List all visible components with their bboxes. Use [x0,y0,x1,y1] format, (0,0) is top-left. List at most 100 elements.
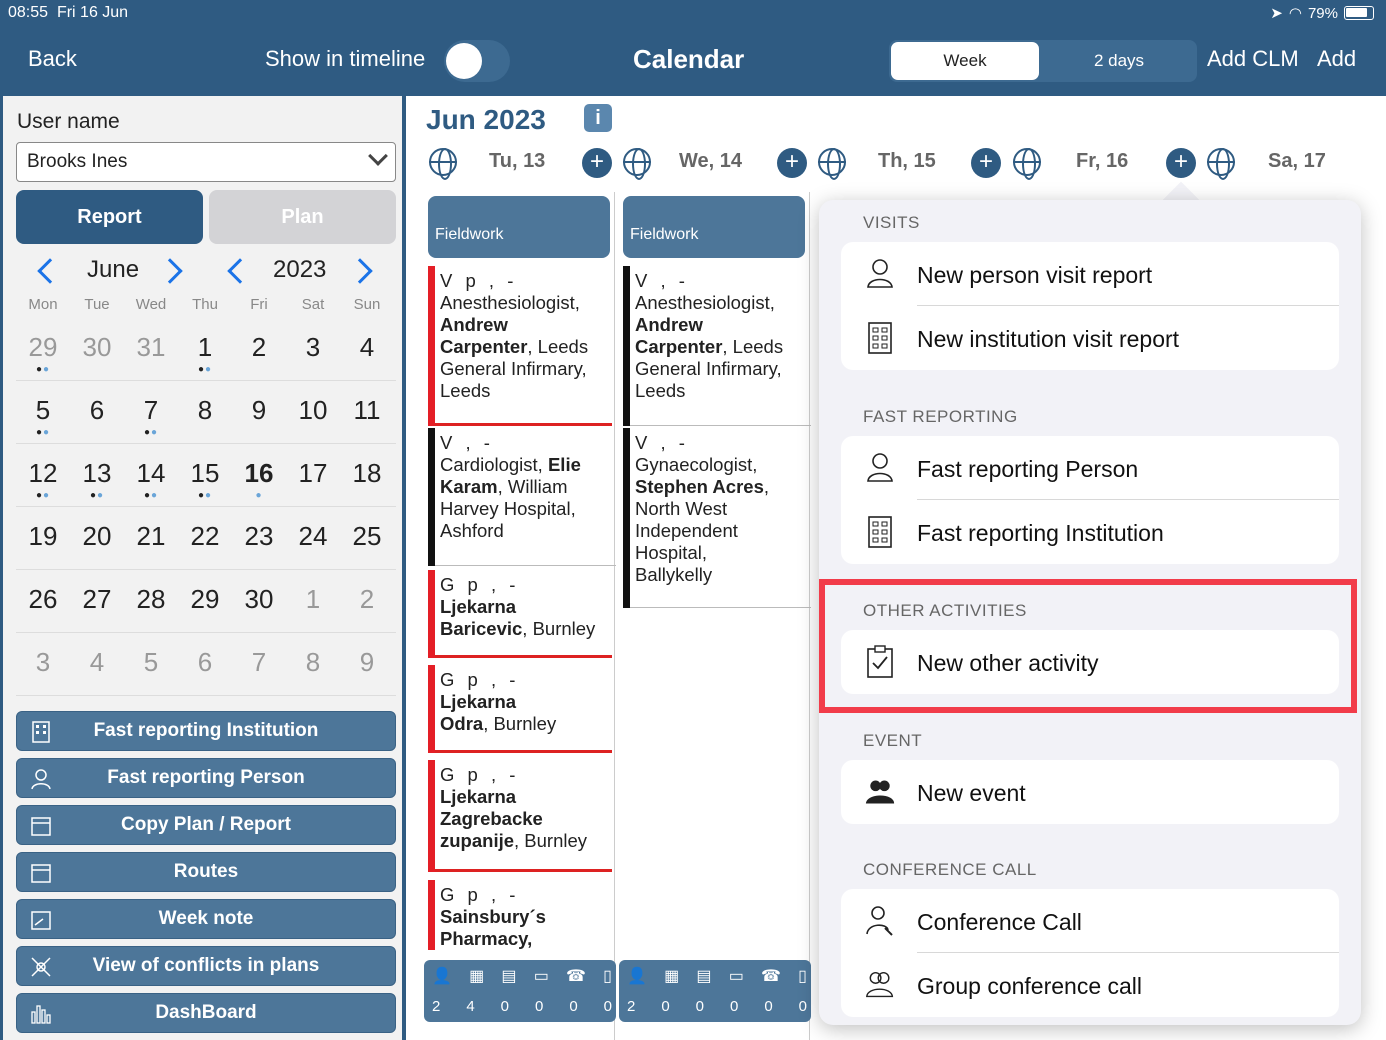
count: 0 [695,998,704,1015]
calendar-day[interactable]: 13 [70,458,124,489]
week-note-button[interactable]: Week note [16,899,396,939]
calendar-day[interactable]: 9 [340,647,394,678]
new-event-item[interactable]: New event [841,760,1339,824]
globe-icon[interactable] [1207,148,1235,180]
calendar-day[interactable]: 30 [70,332,124,363]
calendar-day[interactable]: 6 [178,647,232,678]
calendar-day[interactable]: 11 [340,395,394,426]
calendar-day[interactable]: 12 [16,458,70,489]
visit-card[interactable]: V p , - Anesthesiologist, Andrew Carpent… [428,266,614,426]
globe-icon[interactable] [1013,148,1041,180]
add-button[interactable]: Add [1317,46,1356,72]
view-segmented-control: Week 2 days [889,40,1197,82]
show-in-timeline-toggle[interactable] [444,40,510,82]
prev-month-icon[interactable] [37,258,63,284]
visit-card[interactable]: V , - Gynaecologist, Stephen Acres, Nort… [623,428,811,608]
fieldwork-banner[interactable]: Fieldwork [623,196,805,258]
calendar-day[interactable]: 18 [340,458,394,489]
calendar-day[interactable]: 30 [232,584,286,615]
calendar-day[interactable]: 1 [178,332,232,363]
calendar-day[interactable]: 26 [16,584,70,615]
add-clm-button[interactable]: Add CLM [1207,46,1299,72]
routes-button[interactable]: Routes [16,852,396,892]
calendar-day[interactable]: 4 [70,647,124,678]
calendar-day[interactable]: 28 [124,584,178,615]
calendar-day[interactable]: 3 [286,332,340,363]
visit-name: Carpenter [440,336,528,357]
count: 0 [729,998,739,1015]
calendar-day[interactable]: 7 [232,647,286,678]
calendar-day[interactable]: 23 [232,521,286,552]
calendar-day[interactable]: 29 [16,332,70,363]
fast-reporting-institution-button[interactable]: Fast reporting Institution [16,711,396,751]
calendar-day[interactable]: 10 [286,395,340,426]
back-button[interactable]: Back [28,46,77,72]
visit-card[interactable]: V , - Anesthesiologist, Andrew Carpenter… [623,266,811,426]
segment-2-days[interactable]: 2 days [1043,42,1195,80]
visit-name: zupanije [440,830,515,851]
calendar-day[interactable]: 5 [16,395,70,426]
calendar-day[interactable]: 29 [178,584,232,615]
plan-button[interactable]: Plan [209,190,396,244]
report-button[interactable]: Report [16,190,203,244]
calendar-day[interactable]: 24 [286,521,340,552]
calendar-day[interactable]: 8 [178,395,232,426]
calendar-day[interactable]: 31 [124,332,178,363]
new-institution-visit-report-item[interactable]: New institution visit report [841,306,1339,370]
count: 0 [603,998,612,1015]
fast-reporting-person-button[interactable]: Fast reporting Person [16,758,396,798]
globe-icon[interactable] [818,148,846,180]
calendar-day[interactable]: 19 [16,521,70,552]
conference-call-item[interactable]: Conference Call [841,889,1339,953]
new-person-visit-report-item[interactable]: New person visit report [841,242,1339,306]
calendar-day[interactable]: 27 [70,584,124,615]
next-year-icon[interactable] [347,258,373,284]
calendar-day-today[interactable]: 16 [232,458,286,489]
calendar-day[interactable]: 21 [124,521,178,552]
info-icon[interactable]: i [584,104,612,132]
calendar-day[interactable]: 17 [286,458,340,489]
calendar-day[interactable]: 3 [16,647,70,678]
globe-icon[interactable] [623,148,651,180]
group-conference-call-item[interactable]: Group conference call [841,953,1339,1017]
user-name-select[interactable]: Brooks Ines [16,142,396,182]
calendar-day[interactable]: 4 [340,332,394,363]
event-group: New event [841,760,1339,824]
fast-reporting-institution-item[interactable]: Fast reporting Institution [841,500,1339,564]
calendar-day[interactable]: 8 [286,647,340,678]
view-conflicts-button[interactable]: View of conflicts in plans [16,946,396,986]
visit-card[interactable]: V , - Cardiologist, Elie Karam, William … [428,428,616,566]
prev-year-icon[interactable] [227,258,253,284]
pharmacy-icon: ▤ [501,968,517,985]
calendar-day[interactable]: 2 [232,332,286,363]
visit-card[interactable]: G p , - Ljekarna Zagrebacke zupanije, Bu… [428,760,614,872]
add-activity-tue-button[interactable]: + [582,148,612,178]
visit-card[interactable]: G p , - Ljekarna Baricevic, Burnley [428,570,614,658]
dashboard-button[interactable]: DashBoard [16,993,396,1033]
calendar-day[interactable]: 20 [70,521,124,552]
visit-card[interactable]: G p , - Sainsbury´s Pharmacy, [428,880,614,950]
calendar-day[interactable]: 2 [340,584,394,615]
calendar-day[interactable]: 6 [70,395,124,426]
visit-card[interactable]: G p , - Ljekarna Odra, Burnley [428,665,614,753]
globe-icon[interactable] [429,148,457,180]
card-underline [435,655,612,658]
fast-reporting-person-item[interactable]: Fast reporting Person [841,436,1339,500]
add-activity-wed-button[interactable]: + [777,148,807,178]
fieldwork-banner[interactable]: Fieldwork [428,196,610,258]
calendar-day[interactable]: 9 [232,395,286,426]
add-activity-thu-button[interactable]: + [971,148,1001,178]
add-activity-fri-button[interactable]: + [1166,148,1196,178]
count: 0 [534,998,544,1015]
calendar-day[interactable]: 25 [340,521,394,552]
copy-plan-report-button[interactable]: Copy Plan / Report [16,805,396,845]
next-month-icon[interactable] [157,258,183,284]
calendar-day[interactable]: 22 [178,521,232,552]
segment-week[interactable]: Week [891,42,1039,80]
calendar-day[interactable]: 7 [124,395,178,426]
calendar-day[interactable]: 1 [286,584,340,615]
calendar-day[interactable]: 15 [178,458,232,489]
calendar-day[interactable]: 14 [124,458,178,489]
event-dots: ●● [143,490,159,501]
calendar-day[interactable]: 5 [124,647,178,678]
